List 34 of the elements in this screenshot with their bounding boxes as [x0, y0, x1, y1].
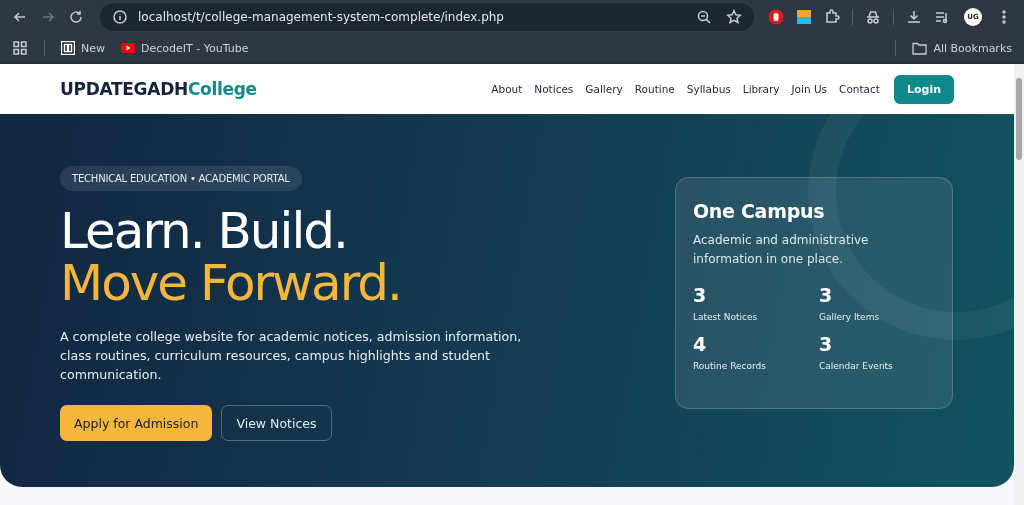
hero-description: A complete college website for academic notices, admission information, class routines, curriculum resources, campus highlights and student communication. [60, 328, 523, 384]
bookmark-link[interactable]: DecodeIT - YouTube [117, 39, 253, 57]
card-text: Academic and administrative information in one place. [693, 232, 870, 268]
stat-label: Routine Records [693, 361, 766, 371]
hero-badge: TECHNICAL EDUCATION • ACADEMIC PORTAL [60, 166, 302, 191]
stat-value: 3 [819, 333, 833, 355]
nav-link[interactable]: Syllabus [686, 83, 731, 95]
stat-value: 3 [819, 284, 833, 306]
card-title: One Campus [693, 200, 826, 222]
url-text[interactable]: localhost/t/college-management-system-complete/index.php [138, 10, 686, 24]
nav-link[interactable]: Contact [839, 83, 880, 95]
hero-headline: Learn. Build. Move Forward. [60, 205, 401, 309]
nav-link[interactable]: Gallery [585, 83, 623, 95]
nav-link[interactable]: Join Us [791, 83, 828, 95]
bookmark-link[interactable]: New [57, 39, 109, 57]
address-bar[interactable]: localhost/t/college-management-system-complete/index.php [100, 3, 754, 31]
brand-logo[interactable]: UPDATEGADHCollege [60, 79, 257, 99]
site-logo-icon [61, 41, 75, 55]
scrollbar[interactable] [1014, 64, 1024, 505]
nav-link[interactable]: Notices [534, 83, 574, 95]
apply-button[interactable]: Apply for Admission [60, 405, 213, 441]
all-bookmarks-link[interactable]: All Bookmarks [908, 39, 1016, 57]
stat-label: Gallery Items [819, 312, 880, 322]
view-notices-button[interactable]: View Notices [221, 405, 332, 441]
nav-link[interactable]: Routine [634, 83, 675, 95]
stat-label: Calendar Events [819, 361, 893, 371]
nav-link[interactable]: Library [742, 83, 780, 95]
stat-label: Latest Notices [693, 312, 758, 322]
nav-link[interactable]: About [491, 83, 523, 95]
login-button[interactable]: Login [893, 74, 954, 104]
youtube-icon [121, 43, 135, 53]
stat-value: 3 [693, 284, 707, 306]
folder-icon [912, 41, 928, 55]
stat-value: 4 [693, 333, 707, 355]
